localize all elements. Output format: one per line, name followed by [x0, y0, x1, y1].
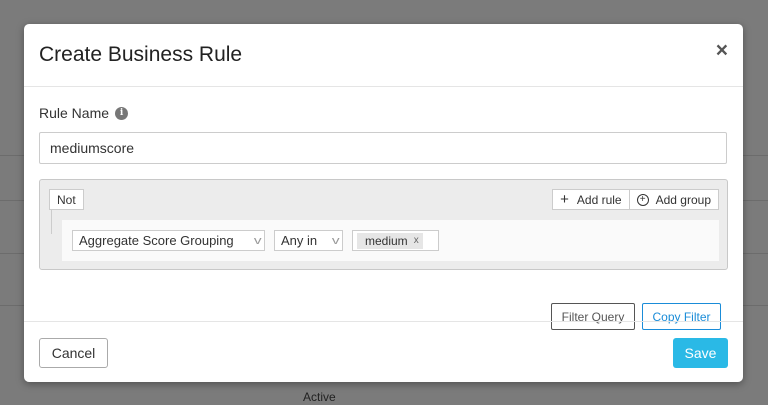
add-rule-label: Add rule [576, 192, 622, 207]
operator-select[interactable]: Any in v [274, 230, 343, 251]
add-group-button[interactable]: + Add group [628, 190, 718, 209]
rule-name-label: Rule Name i [39, 105, 129, 121]
save-button[interactable]: Save [673, 338, 728, 368]
query-builder: Not + Add rule + Add group Aggregate Sco… [39, 179, 728, 270]
modal-body: Rule Name i Not + Add rule + Add group A… [24, 87, 743, 330]
circle-plus-icon: + [636, 193, 649, 206]
value-tag-label: medium [365, 233, 408, 248]
value-multiselect[interactable]: medium x [352, 230, 439, 251]
create-business-rule-modal: Create Business Rule × Rule Name i Not +… [24, 24, 743, 382]
add-group-label: Add group [655, 192, 711, 207]
field-select-value: Aggregate Score Grouping [79, 233, 234, 248]
close-icon[interactable]: × [716, 40, 728, 61]
rule-name-input[interactable] [39, 132, 727, 164]
rule-name-label-text: Rule Name [39, 105, 110, 121]
operator-select-value: Any in [281, 233, 318, 248]
info-icon[interactable]: i [115, 106, 129, 120]
modal-header: Create Business Rule × [24, 24, 743, 87]
rule-row: Aggregate Score Grouping v Any in v medi… [62, 220, 719, 261]
add-rule-button[interactable]: + Add rule [553, 190, 628, 209]
background-status-text: Active [303, 390, 336, 404]
remove-tag-icon[interactable]: x [414, 235, 419, 246]
value-tag: medium x [357, 232, 423, 249]
group-actions: + Add rule + Add group [552, 189, 719, 210]
not-toggle-button[interactable]: Not [49, 189, 84, 210]
chevron-down-icon: v [253, 234, 262, 247]
modal-footer: Cancel Save [24, 321, 743, 382]
modal-title: Create Business Rule [39, 43, 243, 66]
chevron-down-icon: v [331, 234, 340, 247]
cancel-button[interactable]: Cancel [39, 338, 108, 368]
plus-icon: + [560, 191, 569, 208]
group-connector-line [51, 210, 52, 234]
field-select[interactable]: Aggregate Score Grouping v [72, 230, 265, 251]
